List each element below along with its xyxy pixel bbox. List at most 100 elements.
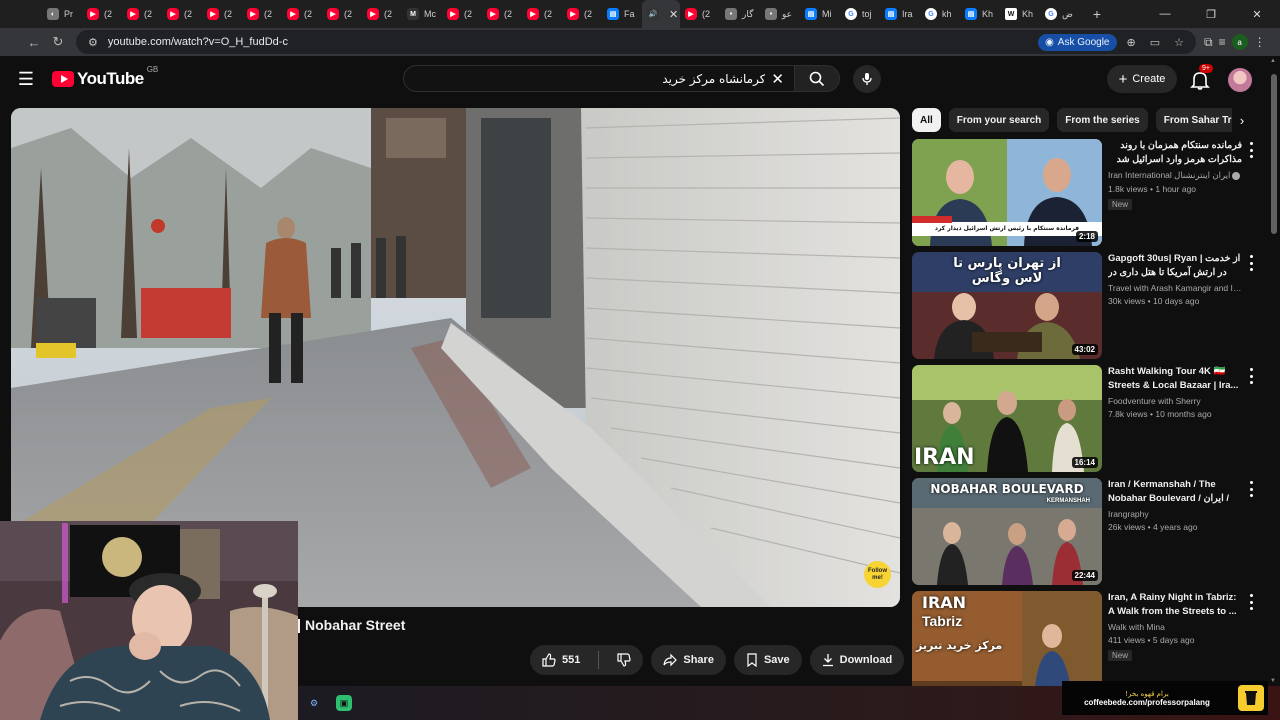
browser-tab[interactable]: Gض: [1040, 0, 1080, 28]
recommendation-title[interactable]: Rasht Walking Tour 4K 🇮🇷 Streets & Local…: [1108, 365, 1242, 393]
more-options-icon[interactable]: [1246, 594, 1256, 610]
view-stats: 411 views • 5 days ago: [1108, 635, 1195, 645]
browser-tab[interactable]: M Mc: [402, 0, 442, 28]
ask-google-button[interactable]: ◉ Ask Google: [1038, 33, 1117, 51]
close-window-button[interactable]: ✕: [1234, 0, 1280, 28]
scrollbar-thumb[interactable]: [1271, 74, 1277, 234]
browser-menu-icon[interactable]: ⋮: [1254, 35, 1266, 49]
google-favicon-icon: G: [845, 8, 857, 20]
more-options-icon[interactable]: [1246, 142, 1256, 158]
video-thumbnail[interactable]: NOBAHAR BOULEVARD KERMANSHAH 22:44: [912, 478, 1102, 585]
youtube-logo[interactable]: YouTube GB: [52, 65, 158, 89]
browser-tab[interactable]: ▤ Kh: [960, 0, 1000, 28]
search-button[interactable]: [794, 65, 840, 92]
video-duration: 2:18: [1075, 231, 1098, 242]
browser-tab[interactable]: ▶ (2: [282, 0, 322, 28]
profile-avatar[interactable]: a: [1231, 34, 1248, 50]
minimize-button[interactable]: —: [1142, 0, 1188, 28]
youtube-play-icon: [52, 71, 74, 87]
youtube-favicon-icon: ▶: [127, 8, 139, 20]
save-button[interactable]: Save: [733, 645, 802, 675]
address-bar[interactable]: ⚙ youtube.com/watch?v=O_H_fudDd-c ◉ Ask …: [76, 30, 1196, 54]
channel-name[interactable]: Iran International ایران اینترنشنال: [1108, 170, 1242, 181]
restore-button[interactable]: ❐: [1188, 0, 1234, 28]
recommendation-title[interactable]: Gapgoft 30us| Ryan | از خدمت در ارتش آمر…: [1108, 252, 1242, 280]
tab-label: (2: [464, 9, 473, 19]
browser-tab[interactable]: W Kh: [1000, 0, 1040, 28]
channel-name[interactable]: Irangraphy: [1108, 509, 1242, 519]
tab-list: ◐ Pr ▶ (2 ▶ (2 ▶ (2 ▶ (2 ▶ (2 ▶ (2 ▶ (2 ▶ (2 M Mc ▶ (2 ▶ (2 ▶ (2 ▶…: [42, 0, 1080, 28]
recommendation-title[interactable]: Iran / Kermanshah / The Nobahar Boulevar…: [1108, 478, 1242, 506]
filter-chip[interactable]: From your search: [948, 108, 1050, 132]
lens-icon: ◉: [1045, 36, 1054, 48]
zoom-icon[interactable]: ⊕: [1123, 36, 1140, 49]
browser-tab[interactable]: ▤ Fa: [602, 0, 642, 28]
video-thumbnail[interactable]: IRAN 16:14: [912, 365, 1102, 472]
browser-tab[interactable]: ▶ (2: [82, 0, 122, 28]
install-app-icon[interactable]: ▭: [1146, 36, 1164, 49]
video-thumbnail[interactable]: فرمانده سنتکام با رئیس ارتش اسرائیل دیدا…: [912, 139, 1102, 246]
browser-tab[interactable]: ▶ (2: [242, 0, 282, 28]
like-button[interactable]: 551: [530, 645, 592, 675]
video-thumbnail[interactable]: از تهران پارس تا لاس وگاس 43:02: [912, 252, 1102, 359]
browser-tab[interactable]: ▶ (2: [362, 0, 402, 28]
browser-tab[interactable]: ▶ (2: [162, 0, 202, 28]
browser-tab[interactable]: • عو: [760, 0, 800, 28]
clear-search-icon[interactable]: ✕: [771, 70, 784, 88]
browser-tab[interactable]: ◐ Pr: [42, 0, 82, 28]
webcam-overlay: [0, 521, 298, 720]
download-button[interactable]: Download: [809, 645, 905, 675]
browser-tab[interactable]: ▤ Mi: [800, 0, 840, 28]
browser-tab[interactable]: Gkh: [920, 0, 960, 28]
filter-chip[interactable]: All: [912, 108, 941, 132]
browser-tab[interactable]: ▶ (2: [522, 0, 562, 28]
bookmark-star-icon[interactable]: ☆: [1170, 36, 1188, 49]
new-tab-button[interactable]: +: [1086, 3, 1108, 25]
reload-icon[interactable]: ↻: [46, 30, 70, 54]
recommendation-item[interactable]: IRAN 16:14 Rasht Walking Tour 4K 🇮🇷 Street…: [912, 365, 1260, 478]
more-options-icon[interactable]: [1246, 255, 1256, 271]
page-scrollbar[interactable]: [1270, 64, 1278, 684]
browser-tab[interactable]: ▶ (2: [122, 0, 162, 28]
browser-tab[interactable]: ▶ (2: [680, 0, 720, 28]
menu-icon[interactable]: ☰: [6, 59, 46, 99]
media-queue-icon[interactable]: ≡: [1219, 35, 1226, 49]
browser-tab[interactable]: ▶ (2: [482, 0, 522, 28]
browser-tab[interactable]: • گار: [720, 0, 760, 28]
channel-name[interactable]: Walk with Mina: [1108, 622, 1242, 632]
account-avatar[interactable]: [1228, 68, 1252, 92]
extensions-icon[interactable]: ⧉: [1204, 35, 1213, 50]
browser-tab-strip: ◐ Pr ▶ (2 ▶ (2 ▶ (2 ▶ (2 ▶ (2 ▶ (2 ▶ (2 ▶ (2 M Mc ▶ (2 ▶ (2 ▶ (2 ▶…: [0, 0, 1280, 28]
filter-chip[interactable]: From Sahar Tr: [1155, 108, 1240, 132]
more-options-icon[interactable]: [1246, 481, 1256, 497]
more-options-icon[interactable]: [1246, 368, 1256, 384]
dislike-button[interactable]: [605, 645, 643, 675]
site-info-icon[interactable]: ⚙: [84, 36, 102, 49]
recommendation-title[interactable]: Iran, A Rainy Night in Tabriz: A Walk fr…: [1108, 591, 1242, 619]
chevron-right-icon[interactable]: ›: [1232, 108, 1252, 132]
close-tab-icon[interactable]: ✕: [669, 8, 678, 21]
back-icon[interactable]: ←: [22, 30, 46, 54]
search-input[interactable]: [414, 71, 766, 86]
tab-label: Fa: [624, 9, 635, 19]
recommendation-title[interactable]: فرمانده سنتکام همزمان با روند مذاکرات هر…: [1108, 139, 1242, 167]
browser-tab[interactable]: ▶ (2: [202, 0, 242, 28]
browser-tab[interactable]: 🔊 ✕: [642, 0, 680, 28]
share-button[interactable]: Share: [651, 645, 726, 675]
channel-name[interactable]: Foodventure with Sherry: [1108, 396, 1242, 406]
recommendation-item[interactable]: از تهران پارس تا لاس وگاس 43:02 Gapgoft 30…: [912, 252, 1260, 365]
browser-tab[interactable]: Gtoj: [840, 0, 880, 28]
video-title: Nobahar Street: [305, 617, 406, 633]
browser-tab[interactable]: ▶ (2: [562, 0, 602, 28]
voice-search-button[interactable]: [853, 65, 881, 93]
scroll-down-arrow[interactable]: ▼: [1270, 678, 1276, 684]
channel-name[interactable]: Travel with Arash Kamangir and Imm...: [1108, 283, 1242, 293]
filter-chip[interactable]: From the series: [1057, 108, 1148, 132]
youtube-favicon-icon: ▶: [527, 8, 539, 20]
browser-tab[interactable]: ▶ (2: [442, 0, 482, 28]
browser-tab[interactable]: ▶ (2: [322, 0, 362, 28]
recommendation-item[interactable]: NOBAHAR BOULEVARD KERMANSHAH 22:44 Iran / K…: [912, 478, 1260, 591]
recommendation-item[interactable]: فرمانده سنتکام با رئیس ارتش اسرائیل دیدا…: [912, 139, 1260, 252]
browser-tab[interactable]: ▤ Ira: [880, 0, 920, 28]
create-button[interactable]: + Create: [1107, 65, 1177, 93]
